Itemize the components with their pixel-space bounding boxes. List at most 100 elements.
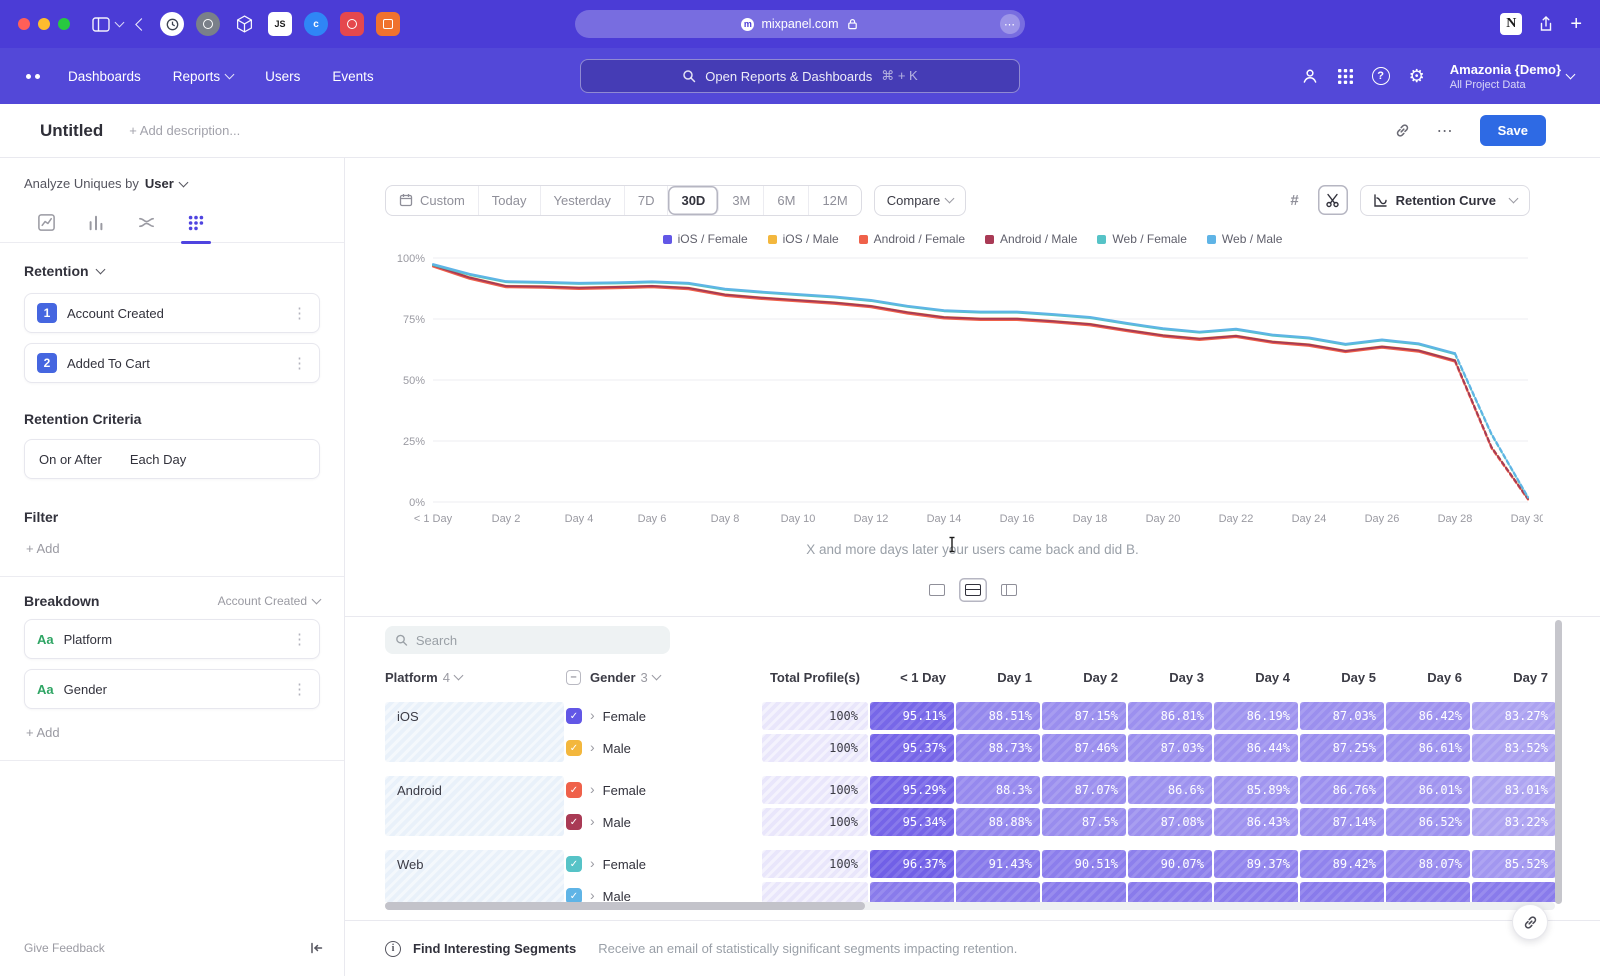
report-more-options-icon[interactable]: ⋯ [1437, 121, 1454, 141]
breakdown-context-select[interactable]: Account Created [218, 594, 320, 608]
legend-item-android-female[interactable]: Android / Female [859, 232, 965, 246]
range-button-6m[interactable]: 6M [764, 186, 809, 215]
row-checkbox[interactable]: ✓ [566, 856, 582, 872]
nav-item-events[interactable]: Events [332, 69, 373, 84]
column-header-day-3[interactable]: Day 3 [1128, 670, 1212, 685]
gender-cell-ios-female[interactable]: ✓›Female [566, 702, 760, 730]
gender-cell-ios-male[interactable]: ✓›Male [566, 734, 760, 762]
retention-value-cell[interactable] [956, 882, 1040, 902]
retention-value-cell[interactable] [870, 882, 954, 902]
column-header-day-7[interactable]: Day 7 [1472, 670, 1556, 685]
retention-value-cell[interactable]: 87.07% [1042, 776, 1126, 804]
mixpanel-logo[interactable] [26, 74, 40, 79]
retention-value-cell[interactable]: 86.6% [1128, 776, 1212, 804]
range-button-3m[interactable]: 3M [719, 186, 764, 215]
range-button-7d[interactable]: 7D [625, 186, 669, 215]
help-icon[interactable]: ? [1372, 67, 1390, 85]
column-header-gender[interactable]: – Gender 3 [566, 670, 760, 685]
retention-value-cell[interactable]: 86.01% [1386, 776, 1470, 804]
retention-value-cell[interactable] [1386, 882, 1470, 902]
retention-criteria-card[interactable]: On or After Each Day [24, 439, 320, 479]
save-button[interactable]: Save [1480, 115, 1546, 146]
breakdown-card-gender[interactable]: Aa Gender ⋮ [24, 669, 320, 709]
retention-section-header[interactable]: Retention [24, 263, 320, 279]
kebab-menu-icon[interactable]: ⋮ [292, 680, 307, 698]
cube-extension-icon[interactable] [232, 12, 256, 36]
nav-item-users[interactable]: Users [265, 69, 300, 84]
legend-item-ios-male[interactable]: iOS / Male [768, 232, 839, 246]
circle-extension-icon[interactable] [196, 12, 220, 36]
clock-extension-icon[interactable] [160, 12, 184, 36]
retention-value-cell[interactable]: 96.37% [870, 850, 954, 878]
retention-value-cell[interactable]: 86.19% [1214, 702, 1298, 730]
retention-value-cell[interactable]: 90.51% [1042, 850, 1126, 878]
profile-search-icon[interactable] [1301, 67, 1319, 85]
close-window-icon[interactable] [18, 18, 30, 30]
new-tab-icon[interactable]: + [1570, 14, 1582, 34]
kebab-menu-icon[interactable]: ⋮ [292, 304, 307, 322]
scrollbar-thumb[interactable] [385, 902, 865, 910]
retention-value-cell[interactable]: 87.15% [1042, 702, 1126, 730]
collapse-sidebar-icon[interactable] [308, 940, 324, 956]
minimize-window-icon[interactable] [38, 18, 50, 30]
layout-single-button[interactable] [923, 578, 951, 602]
tab-flows[interactable] [134, 203, 158, 243]
nav-item-reports[interactable]: Reports [173, 69, 233, 84]
nav-item-dashboards[interactable]: Dashboards [68, 69, 141, 84]
retention-value-cell[interactable]: 83.52% [1472, 734, 1556, 762]
range-button-yesterday[interactable]: Yesterday [541, 186, 625, 215]
table-search-input[interactable] [416, 633, 660, 648]
apps-grid-icon[interactable] [1338, 69, 1353, 84]
retention-value-cell[interactable]: 87.03% [1300, 702, 1384, 730]
retention-value-cell[interactable]: 90.07% [1128, 850, 1212, 878]
retention-value-cell[interactable]: 86.43% [1214, 808, 1298, 836]
step-card-account-created[interactable]: 1 Account Created ⋮ [24, 293, 320, 333]
row-checkbox[interactable]: ✓ [566, 740, 582, 756]
retention-value-cell[interactable] [1472, 882, 1556, 902]
expand-chevron-icon[interactable]: › [590, 740, 595, 754]
retention-value-cell[interactable] [1042, 882, 1126, 902]
select-all-checkbox[interactable]: – [566, 670, 581, 685]
orange-extension-icon[interactable] [376, 12, 400, 36]
expand-chevron-icon[interactable]: › [590, 814, 595, 828]
row-checkbox[interactable]: ✓ [566, 708, 582, 724]
global-search-bar[interactable]: Open Reports & Dashboards ⌘ + K [580, 59, 1020, 93]
retention-value-cell[interactable]: 87.5% [1042, 808, 1126, 836]
retention-value-cell[interactable]: 87.46% [1042, 734, 1126, 762]
step-card-added-to-cart[interactable]: 2 Added To Cart ⋮ [24, 343, 320, 383]
table-search[interactable] [385, 626, 670, 654]
sidebar-toggle-icon[interactable] [92, 17, 123, 32]
retention-value-cell[interactable]: 95.34% [870, 808, 954, 836]
copy-link-icon[interactable] [1394, 122, 1411, 139]
share-link-button[interactable] [1512, 904, 1548, 940]
breakdown-card-platform[interactable]: Aa Platform ⋮ [24, 619, 320, 659]
retention-value-cell[interactable]: 85.52% [1472, 850, 1556, 878]
row-checkbox[interactable]: ✓ [566, 782, 582, 798]
retention-value-cell[interactable]: 86.81% [1128, 702, 1212, 730]
column-header-day-4[interactable]: Day 4 [1214, 670, 1298, 685]
retention-value-cell[interactable]: 95.11% [870, 702, 954, 730]
give-feedback-link[interactable]: Give Feedback [24, 941, 105, 955]
kebab-menu-icon[interactable]: ⋮ [292, 630, 307, 648]
criteria-mode[interactable]: On or After [39, 452, 102, 467]
retention-value-cell[interactable]: 86.42% [1386, 702, 1470, 730]
layout-split-button[interactable] [995, 578, 1023, 602]
retention-value-cell[interactable]: 86.52% [1386, 808, 1470, 836]
retention-value-cell[interactable] [1300, 882, 1384, 902]
retention-value-cell[interactable]: 86.76% [1300, 776, 1384, 804]
project-switcher[interactable]: Amazonia {Demo} All Project Data [1450, 62, 1574, 91]
gender-cell-web-male[interactable]: ✓›Male [566, 882, 760, 902]
compare-button[interactable]: Compare [874, 185, 966, 216]
retention-value-cell[interactable]: 83.27% [1472, 702, 1556, 730]
tab-insights[interactable] [34, 203, 58, 243]
address-bar[interactable]: m mixpanel.com ⋯ [575, 10, 1025, 38]
page-more-options-icon[interactable]: ⋯ [1000, 14, 1020, 34]
retention-value-cell[interactable]: 83.22% [1472, 808, 1556, 836]
retention-value-cell[interactable] [1128, 882, 1212, 902]
retention-value-cell[interactable]: 87.25% [1300, 734, 1384, 762]
gender-cell-android-female[interactable]: ✓›Female [566, 776, 760, 804]
retention-value-cell[interactable]: 86.61% [1386, 734, 1470, 762]
gender-cell-web-female[interactable]: ✓›Female [566, 850, 760, 878]
retention-value-cell[interactable]: 89.37% [1214, 850, 1298, 878]
red-extension-icon[interactable] [340, 12, 364, 36]
